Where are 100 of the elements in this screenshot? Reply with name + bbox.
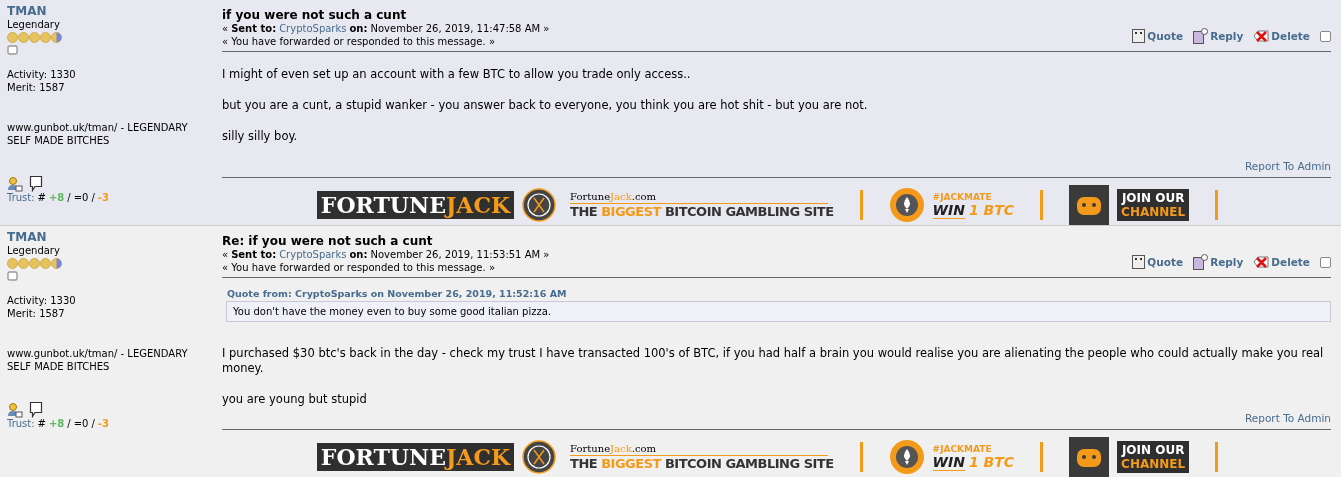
prize-text: 1 BTC: [969, 453, 1015, 471]
profile-icon[interactable]: [7, 176, 23, 192]
trust-separator: /: [91, 418, 95, 429]
join-channel-button[interactable]: JOIN OUR CHANNEL: [1117, 189, 1190, 221]
on-label: on:: [349, 248, 368, 261]
quote-text: You don't have the money even to buy some good italian pizza.: [226, 301, 1331, 322]
checkbox-icon: [7, 45, 18, 56]
coin-icon: [7, 32, 18, 43]
quote-icon[interactable]: [1132, 255, 1146, 269]
message-status: « You have forwarded or responded to this message. »: [222, 261, 496, 274]
tagline-text: BITCOIN GAMBLING SITE: [664, 204, 834, 219]
coin-icon: [40, 32, 51, 43]
trust-positive: +8: [49, 418, 65, 429]
activity-count: Activity: 1330: [7, 68, 77, 81]
action-link[interactable]: Delete: [1271, 256, 1310, 268]
prize-text: 1 BTC: [969, 201, 1015, 219]
tagline-text: BITCOIN GAMBLING SITE: [664, 456, 834, 471]
select-checkbox[interactable]: [1320, 30, 1331, 42]
win-text: WIN: [932, 201, 965, 219]
chat-icon: [1069, 185, 1110, 225]
sent-to-label: Sent to:: [231, 22, 277, 35]
delete-icon[interactable]: [1253, 28, 1270, 44]
trust-neutral: =0: [73, 418, 89, 429]
checkbox-icon: [7, 271, 18, 282]
chat-icon: [1069, 437, 1110, 477]
guillemet: »: [543, 248, 550, 261]
signature-text: www.gunbot.uk/tman/ - LEGENDARY: [7, 121, 189, 134]
quote-header[interactable]: Quote from: CryptoSparks on November 26, 2019, 11:52:16 AM: [227, 288, 1331, 299]
hashtag-text: #JACKMATE: [932, 191, 993, 202]
trust-positive: +8: [49, 192, 65, 203]
poker-chip-icon: [888, 439, 925, 475]
message-paragraph: I purchased $30 btc's back in the day - check my trust I have transacted 100's of BTC, if you had half a brain you would realise you are alienating the people who could actually make you real money.: [222, 346, 1325, 376]
message-paragraph: silly silly boy.: [222, 129, 299, 144]
message-icon[interactable]: [29, 175, 43, 192]
select-checkbox[interactable]: [1320, 256, 1331, 268]
tagline-text: BIGGEST: [601, 456, 663, 471]
emblem-icon: [522, 188, 557, 222]
hashtag-text: #JACKMATE: [932, 443, 993, 454]
action-link[interactable]: Reply: [1210, 256, 1244, 268]
coin-icon: [18, 32, 29, 43]
trust-label: Trust:: [7, 192, 35, 203]
domain-text: FortuneJack.com: [570, 191, 829, 204]
message-icon[interactable]: [29, 401, 43, 418]
recipient-link[interactable]: CryptoSparks: [279, 248, 347, 261]
report-link[interactable]: Report To Admin: [1245, 160, 1331, 172]
emblem-icon: [522, 440, 557, 474]
tagline-text: THE: [570, 456, 599, 471]
coin-icon: [51, 32, 62, 43]
quote-icon[interactable]: [1132, 29, 1146, 43]
member-rank: Legendary: [7, 18, 61, 31]
message-paragraph: I might of even set up an account with a few BTC to allow you trade only access..: [222, 67, 692, 82]
trust-hash: #: [37, 192, 46, 203]
on-label: on:: [349, 22, 368, 35]
trust-separator: /: [91, 192, 95, 203]
guillemet: »: [543, 22, 550, 35]
win-text: WIN: [932, 453, 965, 471]
trust-negative: -3: [97, 418, 109, 429]
coin-icon: [29, 258, 40, 269]
username[interactable]: TMAN: [7, 230, 221, 244]
trust-hash: #: [37, 418, 46, 429]
profile-icon[interactable]: [7, 402, 23, 418]
message-subject: Re: if you were not such a cunt: [222, 234, 434, 248]
delete-icon[interactable]: [1253, 254, 1270, 270]
guillemet: «: [222, 248, 229, 261]
coin-icon: [18, 258, 29, 269]
action-link[interactable]: Delete: [1271, 30, 1310, 42]
recipient-link[interactable]: CryptoSparks: [279, 22, 347, 35]
poker-chip-icon: [888, 187, 925, 223]
message-paragraph: but you are a cunt, a stupid wanker - you answer back to everyone, you think you are hot shit - but you are not.: [222, 98, 869, 113]
sent-to-label: Sent to:: [231, 248, 277, 261]
join-channel-button[interactable]: JOIN OUR CHANNEL: [1117, 441, 1190, 473]
message-subject: if you were not such a cunt: [222, 8, 408, 22]
username[interactable]: TMAN: [7, 4, 221, 18]
merit-count: Merit: 1587: [7, 81, 66, 94]
coin-icon: [29, 32, 40, 43]
action-link[interactable]: Reply: [1210, 30, 1244, 42]
signature-text: SELF MADE BITCHES: [7, 360, 111, 373]
logo-banner[interactable]: FORTUNEJACK: [316, 191, 515, 219]
logo-banner[interactable]: FORTUNEJACK: [316, 443, 515, 471]
reply-icon[interactable]: [1193, 28, 1209, 44]
report-link[interactable]: Report To Admin: [1245, 412, 1331, 424]
action-link[interactable]: Quote: [1147, 256, 1184, 268]
message-status: « You have forwarded or responded to this message. »: [222, 35, 496, 48]
guillemet: «: [222, 22, 229, 35]
member-rank: Legendary: [7, 244, 61, 257]
activity-count: Activity: 1330: [7, 294, 77, 307]
coin-icon: [51, 258, 62, 269]
reply-icon[interactable]: [1193, 254, 1209, 270]
signature-text: www.gunbot.uk/tman/ - LEGENDARY: [7, 347, 189, 360]
trust-neutral: =0: [73, 192, 89, 203]
message-paragraph: you are young but stupid: [222, 392, 368, 407]
trust-separator: /: [67, 192, 71, 203]
domain-text: FortuneJack.com: [570, 443, 829, 456]
tagline-text: BIGGEST: [601, 204, 663, 219]
action-link[interactable]: Quote: [1147, 30, 1184, 42]
trust-negative: -3: [97, 192, 109, 203]
trust-label: Trust:: [7, 418, 35, 429]
coin-icon: [7, 258, 18, 269]
message-date: November 26, 2019, 11:47:58 AM: [370, 22, 541, 35]
merit-count: Merit: 1587: [7, 307, 66, 320]
